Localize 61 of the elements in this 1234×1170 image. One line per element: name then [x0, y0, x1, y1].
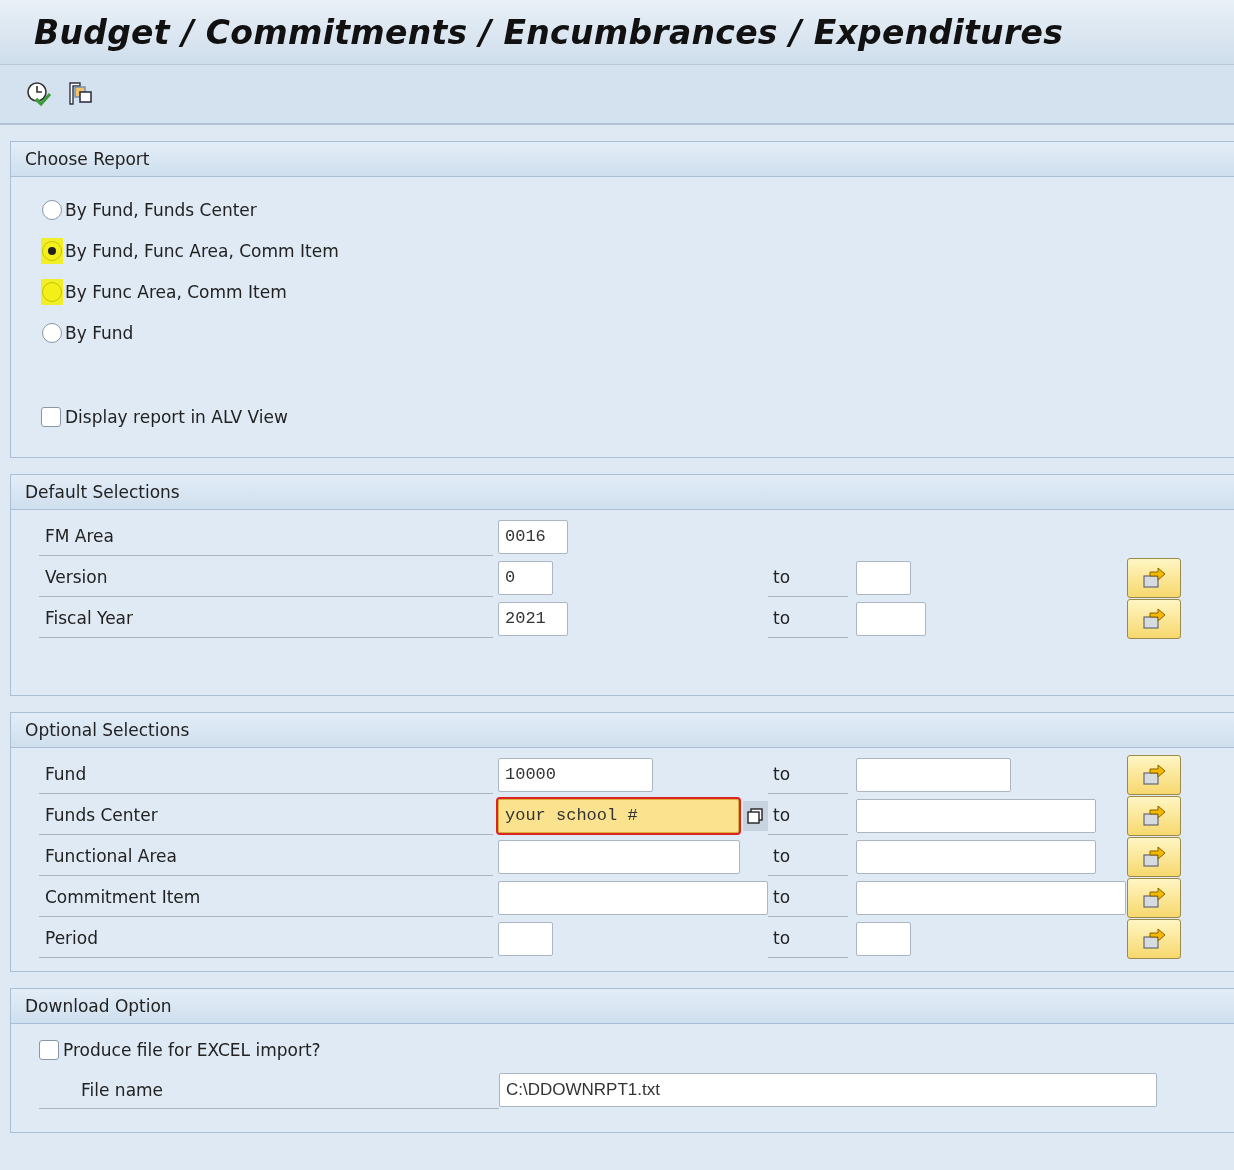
field-label: Fiscal Year — [39, 599, 493, 638]
range-to-field[interactable] — [856, 839, 1096, 874]
window-title: Budget / Commitments / Encumbrances / Expenditures — [34, 12, 1064, 52]
range-to-field[interactable] — [856, 880, 1126, 915]
range-from-field[interactable]: your school # — [498, 798, 739, 833]
multiple-selection-button[interactable] — [1127, 754, 1181, 795]
to-label: to — [768, 837, 848, 876]
folder-arrow-icon — [1140, 884, 1168, 911]
field-label: FM Area — [39, 517, 493, 556]
checkbox[interactable] — [39, 1040, 59, 1060]
field-label: Fund — [39, 755, 493, 794]
radio-option[interactable]: By Func Area, Comm Item — [41, 271, 1234, 312]
multiple-selection-button[interactable] — [1127, 795, 1181, 836]
checkbox-label: Produce file for EXCEL import? — [63, 1040, 321, 1060]
group-title: Choose Report — [25, 149, 150, 169]
checkbox[interactable] — [41, 407, 61, 427]
radio-option[interactable]: By Fund — [41, 312, 1234, 353]
range-from-field[interactable] — [498, 880, 768, 915]
range-from-field[interactable]: 10000 — [498, 757, 653, 792]
range-from-field[interactable] — [498, 921, 553, 956]
radio-option[interactable]: By Fund, Func Area, Comm Item — [41, 230, 1234, 271]
range-from-field[interactable]: 2021 — [498, 601, 568, 636]
range-to-field[interactable] — [856, 798, 1096, 833]
to-label: to — [768, 558, 848, 597]
multiple-selection-button[interactable] — [1127, 598, 1181, 639]
folder-arrow-icon — [1140, 564, 1168, 591]
field-label: Funds Center — [39, 796, 493, 835]
range-to-field[interactable] — [856, 921, 911, 956]
to-label: to — [768, 599, 848, 638]
field-label: File name — [39, 1071, 499, 1109]
field-label: Version — [39, 558, 493, 597]
checkbox-label: Display report in ALV View — [65, 407, 288, 427]
to-label: to — [768, 919, 848, 958]
field-label: Commitment Item — [39, 878, 493, 917]
folder-arrow-icon — [1140, 761, 1168, 788]
field-label: Functional Area — [39, 837, 493, 876]
to-label: to — [768, 755, 848, 794]
multiple-selection-button[interactable] — [1127, 836, 1181, 877]
group-title: Optional Selections — [25, 720, 190, 740]
folder-arrow-icon — [1140, 843, 1168, 870]
multiple-selection-button[interactable] — [1127, 877, 1181, 918]
group-title: Download Option — [25, 996, 172, 1016]
range-from-field[interactable]: 0016 — [498, 519, 568, 554]
field-label: Period — [39, 919, 493, 958]
multiple-selection-button[interactable] — [1127, 918, 1181, 959]
range-to-field[interactable] — [856, 601, 926, 636]
folder-arrow-icon — [1140, 605, 1168, 632]
file-name-field[interactable]: C:\DDOWNRPT1.txt — [499, 1073, 1157, 1107]
folder-arrow-icon — [1140, 802, 1168, 829]
range-from-field[interactable] — [498, 839, 740, 874]
multiple-selection-button[interactable] — [1127, 557, 1181, 598]
radio-option[interactable]: By Fund, Funds Center — [41, 189, 1234, 230]
range-to-field[interactable] — [856, 757, 1011, 792]
range-from-field[interactable]: 0 — [498, 560, 553, 595]
multiple-selection-icon[interactable] — [742, 800, 768, 831]
folder-arrow-icon — [1140, 925, 1168, 952]
to-label: to — [768, 796, 848, 835]
group-title: Default Selections — [25, 482, 180, 502]
to-label: to — [768, 878, 848, 917]
execute-clock-icon[interactable] — [24, 79, 54, 109]
range-to-field[interactable] — [856, 560, 911, 595]
